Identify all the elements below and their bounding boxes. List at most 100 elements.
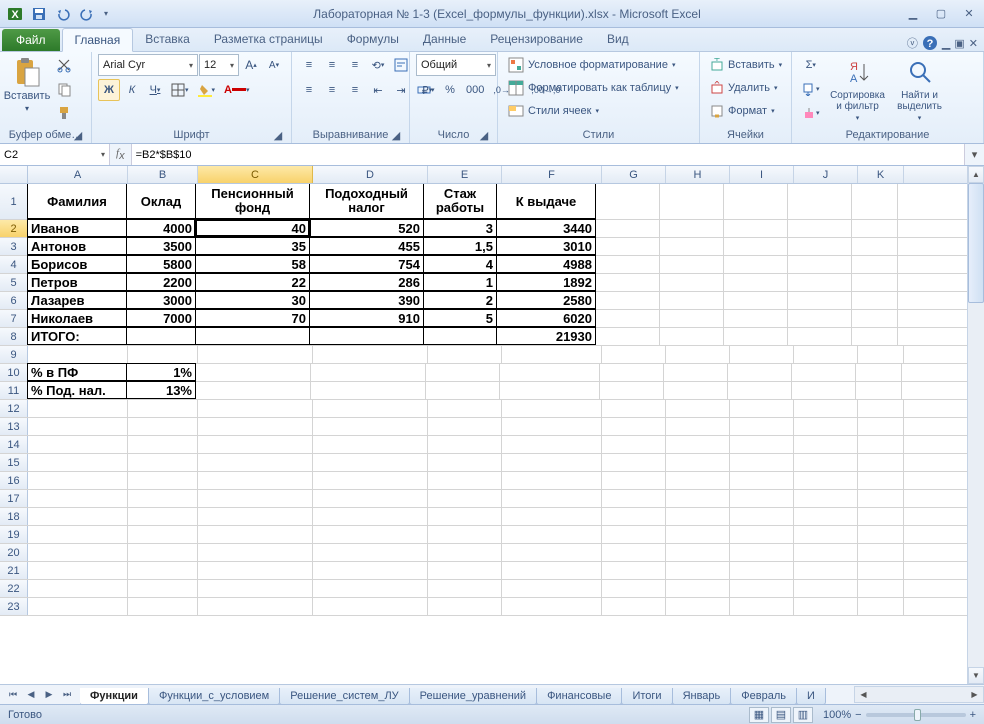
cell[interactable] — [198, 562, 313, 579]
cell[interactable] — [730, 472, 794, 489]
table-header[interactable]: Оклад — [126, 184, 196, 219]
cell[interactable] — [858, 400, 904, 417]
row-header-9[interactable]: 9 — [0, 346, 28, 363]
cell[interactable] — [858, 490, 904, 507]
table-header[interactable]: Подоходный налог — [309, 184, 424, 219]
cell[interactable] — [196, 364, 311, 381]
cell[interactable] — [198, 436, 313, 453]
cell[interactable] — [858, 544, 904, 561]
cell[interactable] — [794, 418, 858, 435]
row-header-17[interactable]: 17 — [0, 490, 28, 507]
cell[interactable] — [28, 490, 128, 507]
cell[interactable] — [730, 544, 794, 561]
data-cell[interactable]: 4 — [423, 255, 497, 273]
data-cell[interactable] — [126, 327, 196, 345]
cell[interactable] — [724, 220, 788, 237]
cell[interactable] — [313, 454, 428, 471]
percent-icon[interactable]: % — [439, 79, 461, 101]
sheet-tab-4[interactable]: Финансовые — [536, 688, 622, 705]
cell[interactable] — [788, 238, 852, 255]
cell[interactable] — [666, 454, 730, 471]
format-cells-button[interactable]: Формат ▾ — [706, 100, 779, 122]
row-header-21[interactable]: 21 — [0, 562, 28, 579]
cell[interactable] — [311, 382, 426, 399]
currency-icon[interactable]: ₽▾ — [416, 79, 438, 101]
data-cell[interactable]: 30 — [195, 291, 310, 309]
cell[interactable] — [856, 364, 902, 381]
col-header-J[interactable]: J — [794, 166, 858, 183]
cell[interactable] — [128, 472, 198, 489]
row-header-23[interactable]: 23 — [0, 598, 28, 615]
doc-minimize-icon[interactable]: ▁ — [942, 37, 950, 50]
cell[interactable] — [666, 472, 730, 489]
table-header[interactable]: Пенсионный фонд — [195, 184, 310, 219]
cell[interactable] — [198, 346, 313, 363]
cell[interactable] — [502, 508, 602, 525]
cell[interactable] — [313, 526, 428, 543]
data-cell[interactable]: Борисов — [27, 255, 127, 273]
cell[interactable] — [502, 490, 602, 507]
align-left-icon[interactable]: ≡ — [298, 79, 320, 101]
cell[interactable] — [792, 364, 856, 381]
sheet-tab-6[interactable]: Январь — [672, 688, 732, 705]
cell[interactable] — [858, 454, 904, 471]
data-cell[interactable]: 910 — [309, 309, 424, 327]
row-header-19[interactable]: 19 — [0, 526, 28, 543]
indent-inc-icon[interactable]: ⇥ — [390, 79, 412, 101]
cell[interactable] — [502, 418, 602, 435]
cell[interactable] — [724, 184, 788, 219]
cell[interactable] — [728, 382, 792, 399]
cell[interactable] — [313, 580, 428, 597]
autosum-icon[interactable]: Σ ▾ — [798, 54, 824, 76]
save-icon[interactable] — [28, 3, 50, 25]
border-icon[interactable]: ▾ — [167, 79, 193, 101]
data-cell[interactable]: 3 — [423, 219, 497, 237]
row-header-10[interactable]: 10 — [0, 364, 28, 381]
cell[interactable] — [128, 562, 198, 579]
data-cell[interactable]: 58 — [195, 255, 310, 273]
copy-icon[interactable] — [52, 78, 76, 100]
cell[interactable] — [858, 598, 904, 615]
view-normal-icon[interactable]: ▦ — [749, 707, 769, 723]
format-painter-icon[interactable] — [52, 102, 76, 124]
italic-button[interactable]: К — [121, 79, 143, 101]
font-color-icon[interactable]: A▾ — [220, 79, 253, 101]
cell[interactable] — [858, 346, 904, 363]
cell[interactable] — [313, 400, 428, 417]
data-cell[interactable]: 455 — [309, 237, 424, 255]
cell[interactable] — [502, 562, 602, 579]
cell[interactable] — [858, 436, 904, 453]
cell[interactable] — [313, 346, 428, 363]
cell[interactable] — [128, 454, 198, 471]
cell[interactable] — [600, 382, 664, 399]
cell[interactable] — [660, 256, 724, 273]
cell[interactable] — [128, 418, 198, 435]
cell[interactable] — [428, 490, 502, 507]
data-cell[interactable]: 1 — [423, 273, 497, 291]
cell[interactable] — [313, 436, 428, 453]
file-tab[interactable]: Файл — [2, 29, 60, 51]
cell[interactable] — [313, 490, 428, 507]
cell[interactable] — [728, 364, 792, 381]
clear-icon[interactable]: ▾ — [798, 102, 824, 124]
close-icon[interactable]: ✕ — [958, 6, 980, 22]
align-center-icon[interactable]: ≡ — [321, 79, 343, 101]
align-right-icon[interactable]: ≡ — [344, 79, 366, 101]
cell[interactable] — [596, 292, 660, 309]
redo-icon[interactable] — [76, 3, 98, 25]
minimize-ribbon-icon[interactable]: ⓥ — [907, 35, 918, 51]
data-cell[interactable]: 1892 — [496, 273, 596, 291]
cell[interactable] — [426, 382, 500, 399]
cell[interactable] — [426, 364, 500, 381]
row-header-2[interactable]: 2 — [0, 220, 28, 237]
align-middle-icon[interactable]: ≡ — [321, 54, 343, 76]
cell[interactable] — [724, 274, 788, 291]
wrap-text-icon[interactable] — [390, 54, 412, 76]
row-header-15[interactable]: 15 — [0, 454, 28, 471]
cell[interactable] — [858, 418, 904, 435]
cell[interactable] — [730, 526, 794, 543]
cell[interactable] — [794, 508, 858, 525]
row-header-4[interactable]: 4 — [0, 256, 28, 273]
cell[interactable] — [428, 472, 502, 489]
cell[interactable] — [794, 346, 858, 363]
